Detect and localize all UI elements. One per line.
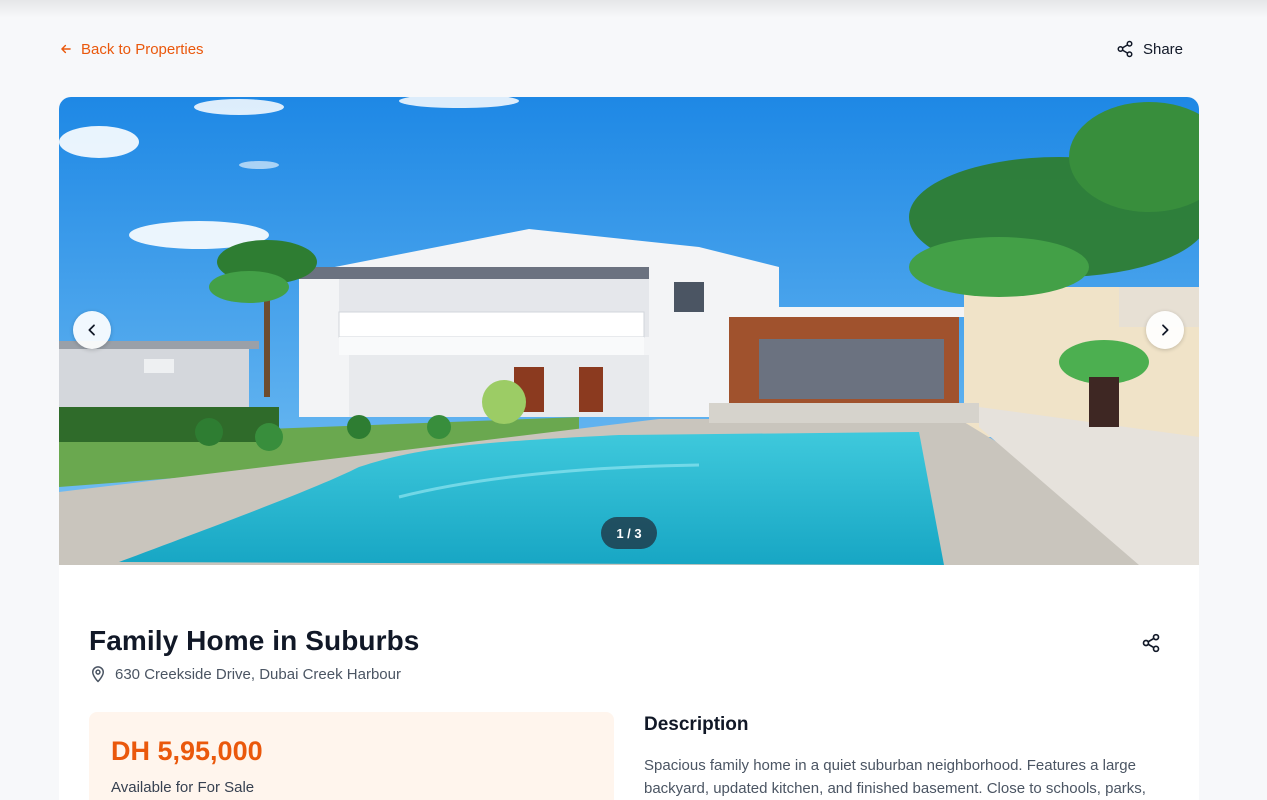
arrow-left-icon	[61, 44, 71, 54]
property-header: Family Home in Suburbs 630 Creekside Dri…	[89, 625, 1169, 683]
image-gallery[interactable]: 1 / 3	[59, 97, 1199, 565]
share-icon	[1117, 40, 1133, 58]
image-counter: 1 / 3	[601, 517, 657, 549]
share-icon[interactable]	[1141, 633, 1161, 653]
back-to-properties-link[interactable]: Back to Properties	[59, 41, 204, 58]
property-photo	[59, 97, 1199, 565]
chevron-left-icon	[88, 324, 95, 336]
property-price: DH 5,95,000	[111, 736, 263, 766]
price-panel: DH 5,95,000 Available for For Sale	[89, 712, 614, 800]
share-button-label: Share	[1142, 40, 1183, 58]
top-bar: Back to Properties Share	[59, 36, 1199, 62]
previous-image-button[interactable]	[73, 311, 111, 349]
description-section: Description Spacious family home in a qu…	[644, 714, 1174, 800]
map-pin-icon	[92, 666, 104, 683]
chevron-right-icon	[1162, 324, 1169, 336]
property-address: 630 Creekside Drive, Dubai Creek Harbour	[89, 665, 1169, 683]
property-title: Family Home in Suburbs	[89, 625, 420, 656]
next-image-button[interactable]	[1146, 311, 1184, 349]
description-heading: Description	[644, 714, 749, 735]
property-card: 1 / 3 Family Home in Suburbs 630 Creeksi…	[59, 97, 1199, 800]
description-text: Spacious family home in a quiet suburban…	[644, 757, 1146, 797]
back-link-label: Back to Properties	[81, 40, 204, 58]
header-shadow	[0, 0, 1267, 18]
share-button[interactable]: Share	[1116, 40, 1183, 58]
address-text: 630 Creekside Drive, Dubai Creek Harbour	[115, 665, 401, 683]
availability-status: Available for For Sale	[111, 779, 255, 796]
